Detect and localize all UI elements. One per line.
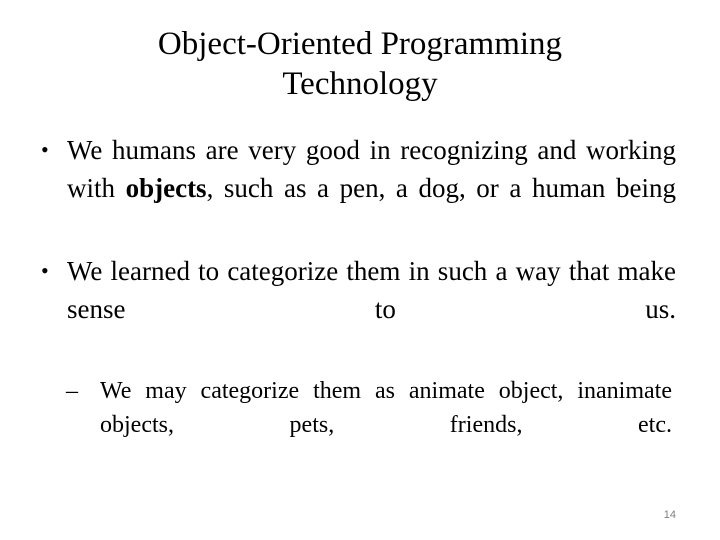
bullet-item-2-text: We learned to categorize them in such a … <box>67 256 676 324</box>
bullet-dot-icon: • <box>41 258 49 283</box>
bullet-item-1-bold-term: objects <box>125 173 207 203</box>
bullet-item-1-text-after-bold: , such as a pen, a dog, or a human being <box>206 173 676 203</box>
bullet-item-1: • We humans are very good in recognizing… <box>36 131 676 245</box>
slide-canvas: Object-Oriented Programming Technology •… <box>0 0 720 540</box>
bullet-dot-icon: • <box>41 137 49 162</box>
sub-bullet-item-1: – We may categorize them as animate obje… <box>66 374 672 476</box>
slide-body: • We humans are very good in recognizing… <box>36 131 676 476</box>
bullet-dash-icon: – <box>66 378 78 404</box>
sub-bullet-item-1-text: We may categorize them as animate object… <box>100 378 672 438</box>
bullet-item-2: • We learned to categorize them in such … <box>36 252 676 366</box>
page-number: 14 <box>663 509 676 521</box>
bullet-item-1-text: We humans are very good in recognizing a… <box>67 131 676 245</box>
slide-title: Object-Oriented Programming Technology <box>157 26 563 102</box>
